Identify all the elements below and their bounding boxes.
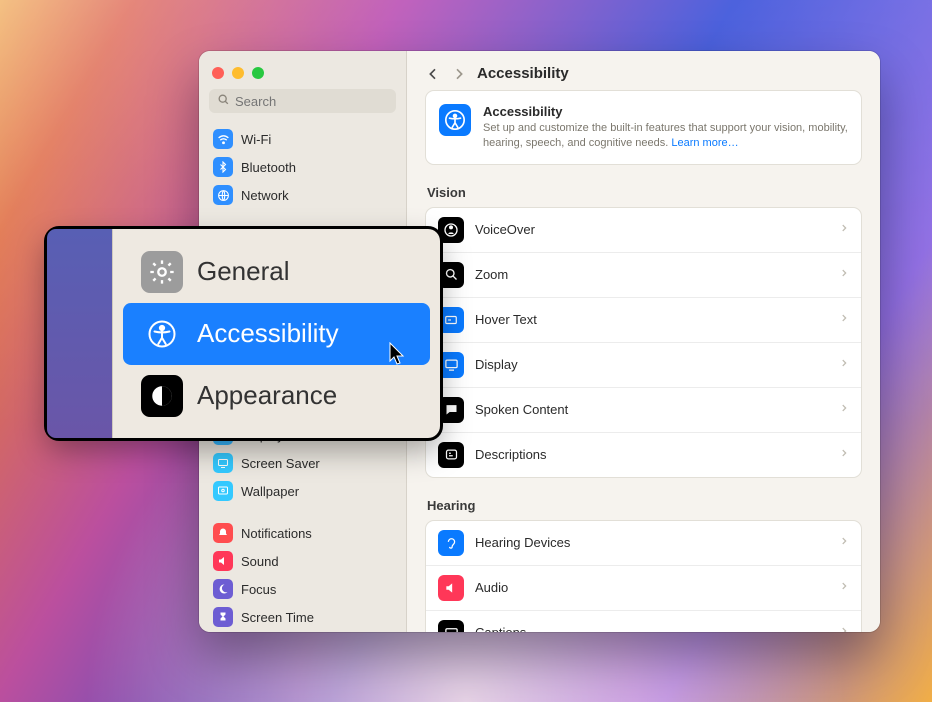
sidebar-item-label: Wi-Fi [241,132,271,147]
summary-card: Accessibility Set up and customize the b… [425,90,862,165]
row-label: Descriptions [475,447,828,462]
sidebar-item-wallpaper[interactable]: Wallpaper [207,477,398,505]
sidebar-item-label: Focus [241,582,276,597]
chevron-right-icon [839,221,849,239]
chevron-right-icon [839,401,849,419]
row-label: Hover Text [475,312,828,327]
row-label: Display [475,357,828,372]
row-label: Audio [475,580,828,595]
row-label: Captions [475,625,828,632]
zoom-window-button[interactable] [252,67,264,79]
bluetooth-icon [213,157,233,177]
accessibility-icon [141,313,183,355]
nav-forward-button [451,66,467,82]
chevron-right-icon [839,446,849,464]
row-hover-text[interactable]: Hover Text [426,298,861,343]
sidebar-item-label: Notifications [241,526,312,541]
sidebar-item-label: Sound [241,554,279,569]
search-field[interactable] [209,89,396,113]
gear-icon [141,251,183,293]
screen-saver-icon [213,453,233,473]
screen-time-icon [213,607,233,627]
content-header: Accessibility [407,51,880,90]
wifi-icon [213,129,233,149]
row-captions[interactable]: Captions [426,611,861,632]
sidebar-item-label: Network [241,188,289,203]
descriptions-icon [438,442,464,468]
callout-item-label: Appearance [197,380,337,411]
page-title: Accessibility [477,65,569,82]
row-label: Zoom [475,267,828,282]
row-display[interactable]: Display [426,343,861,388]
sound-icon [213,551,233,571]
sidebar-item-label: Screen Time [241,610,314,625]
row-zoom[interactable]: Zoom [426,253,861,298]
sidebar-item-label: Screen Saver [241,456,320,471]
row-spoken-content[interactable]: Spoken Content [426,388,861,433]
section-label-hearing: Hearing [427,498,862,513]
row-label: VoiceOver [475,222,828,237]
audio-icon [438,575,464,601]
accessibility-icon [439,104,471,136]
content-pane: Accessibility Accessibility Set up and c… [407,51,880,632]
zoom-callout: General Accessibility Appearance [47,229,440,438]
close-window-button[interactable] [212,67,224,79]
appearance-icon [141,375,183,417]
captions-icon [438,620,464,632]
chevron-right-icon [839,356,849,374]
sidebar-item-sound[interactable]: Sound [207,547,398,575]
sidebar-item-label: Wallpaper [241,484,299,499]
learn-more-link[interactable]: Learn more… [671,137,738,149]
callout-item-general[interactable]: General [123,241,430,303]
hearing-list: Hearing Devices Audio Captions [425,520,862,632]
search-input[interactable] [235,94,388,109]
focus-icon [213,579,233,599]
chevron-right-icon [839,311,849,329]
callout-item-appearance[interactable]: Appearance [123,365,430,427]
vision-list: VoiceOver Zoom Hover Text [425,207,862,478]
row-audio[interactable]: Audio [426,566,861,611]
chevron-right-icon [839,266,849,284]
sidebar-item-screen-time[interactable]: Screen Time [207,603,398,631]
sidebar-item-bluetooth[interactable]: Bluetooth [207,153,398,181]
callout-item-label: Accessibility [197,318,339,349]
window-controls [199,61,406,89]
callout-item-accessibility[interactable]: Accessibility [123,303,430,365]
zoom-icon [438,262,464,288]
sidebar-item-focus[interactable]: Focus [207,575,398,603]
section-label-vision: Vision [427,185,862,200]
chevron-right-icon [839,579,849,597]
notifications-icon [213,523,233,543]
search-icon [217,93,235,109]
sidebar-item-label: Bluetooth [241,160,296,175]
chevron-right-icon [839,534,849,552]
sidebar-item-network[interactable]: Network [207,181,398,209]
chevron-right-icon [839,624,849,632]
hearing-devices-icon [438,530,464,556]
sidebar-item-screen-saver[interactable]: Screen Saver [207,449,398,477]
voiceover-icon [438,217,464,243]
summary-title: Accessibility [483,104,848,119]
callout-item-label: General [197,256,290,287]
hover-text-icon [438,307,464,333]
row-label: Hearing Devices [475,535,828,550]
row-label: Spoken Content [475,402,828,417]
summary-desc: Set up and customize the built-in featur… [483,122,848,149]
wallpaper-icon [213,481,233,501]
sidebar-item-notifications[interactable]: Notifications [207,519,398,547]
network-icon [213,185,233,205]
display-icon [438,352,464,378]
row-voiceover[interactable]: VoiceOver [426,208,861,253]
spoken-content-icon [438,397,464,423]
row-hearing-devices[interactable]: Hearing Devices [426,521,861,566]
sidebar-item-wifi[interactable]: Wi-Fi [207,125,398,153]
nav-back-button[interactable] [425,66,441,82]
minimize-window-button[interactable] [232,67,244,79]
row-descriptions[interactable]: Descriptions [426,433,861,477]
